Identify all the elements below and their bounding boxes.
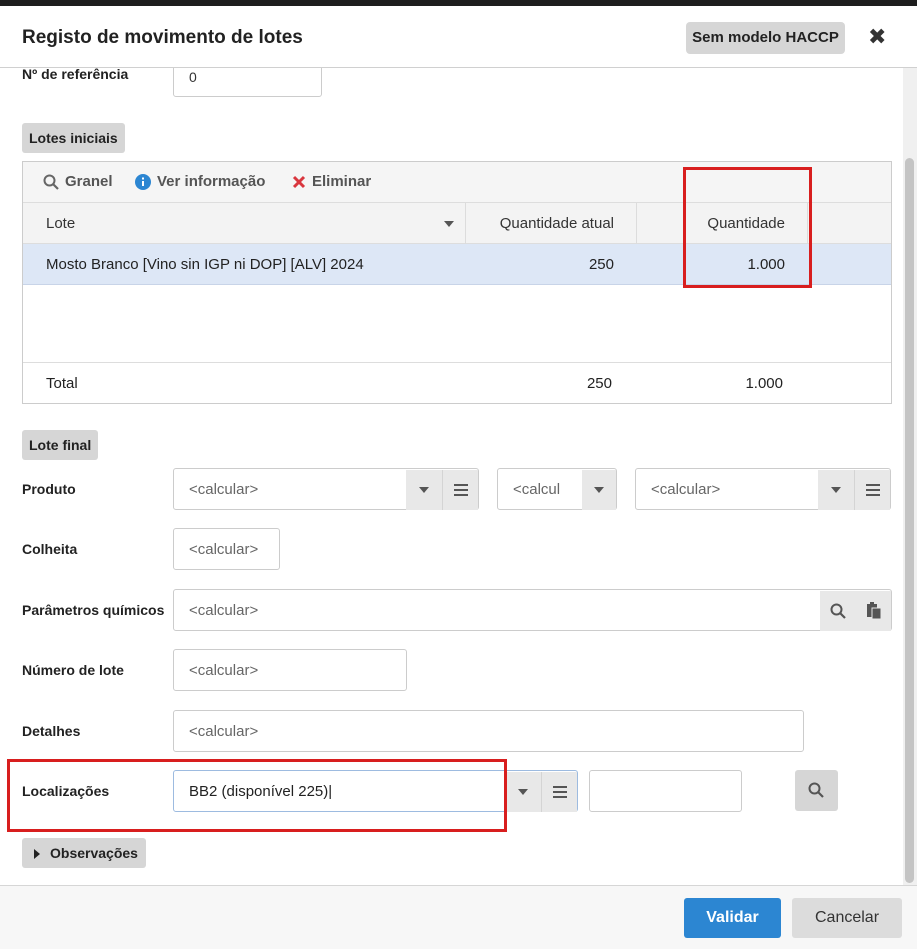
view-info-button[interactable]: Ver informação [135, 173, 266, 191]
product-label: Produto [22, 481, 76, 497]
product-type-dropdown-button[interactable] [582, 470, 616, 510]
grid-total-row: Total 250 1.000 [23, 362, 891, 403]
dialog-content: Nº de referência 0 Lotes iniciais Granel… [0, 68, 903, 885]
lot-number-label: Número de lote [22, 662, 124, 678]
search-icon [808, 782, 824, 798]
product-value: <calcular> [189, 481, 259, 498]
product-type-value: <calcul [513, 481, 561, 498]
lot-movement-dialog: Registo de movimento de lotes Sem modelo… [0, 6, 917, 949]
chevron-down-icon [831, 487, 841, 493]
locations-dropdown-button[interactable] [505, 772, 541, 812]
lot-number-input[interactable]: <calcular> [173, 649, 407, 691]
bulk-label: Granel [65, 173, 113, 190]
caret-right-icon [34, 849, 40, 860]
list-icon [454, 484, 468, 496]
lot-cell: Mosto Branco [Vino sin IGP ni DOP] [ALV]… [46, 256, 364, 273]
total-label: Total [46, 375, 78, 392]
column-divider [636, 203, 637, 244]
dialog-header: Registo de movimento de lotes Sem modelo… [0, 6, 917, 68]
haccp-model-button[interactable]: Sem modelo HACCP [686, 22, 845, 54]
product-variety-value: <calcular> [651, 481, 721, 498]
chemical-params-label: Parâmetros químicos [22, 602, 165, 618]
chevron-down-icon [419, 487, 429, 493]
product-variety-select[interactable]: <calcular> [635, 468, 891, 510]
product-variety-dropdown-button[interactable] [818, 470, 854, 510]
list-icon [553, 786, 567, 798]
column-lot-header[interactable]: Lote [46, 215, 75, 232]
list-icon [866, 484, 880, 496]
observations-toggle[interactable]: Observações [22, 838, 146, 868]
current-qty-cell: 250 [588, 256, 614, 273]
info-icon [135, 174, 151, 191]
bulk-button[interactable]: Granel [43, 173, 113, 190]
delete-x-icon [292, 175, 306, 189]
locations-list-button[interactable] [541, 772, 577, 812]
chevron-down-icon [594, 487, 604, 493]
annotation-highlight-locations [7, 759, 507, 832]
reference-input[interactable]: 0 [173, 68, 322, 97]
annotation-highlight-quantity [683, 167, 812, 288]
chemical-params-value: <calcular> [189, 602, 259, 619]
clipboard-icon [867, 602, 881, 619]
validate-button[interactable]: Validar [684, 898, 781, 938]
search-icon [830, 603, 846, 619]
product-variety-list-button[interactable] [854, 470, 890, 510]
dialog-footer: Validar Cancelar [0, 885, 917, 949]
dialog-title: Registo de movimento de lotes [22, 27, 303, 48]
harvest-input[interactable]: <calcular> [173, 528, 280, 570]
details-input[interactable]: <calcular> [173, 710, 804, 752]
chevron-down-icon [518, 789, 528, 795]
locations-quantity-input[interactable] [589, 770, 742, 812]
initial-lots-section-label: Lotes iniciais [22, 123, 125, 153]
chemical-params-paste-button[interactable] [856, 591, 891, 631]
total-qty: 1.000 [745, 375, 783, 392]
close-icon[interactable]: ✖ [868, 24, 886, 50]
product-select[interactable]: <calcular> [173, 468, 479, 510]
delete-button[interactable]: Eliminar [292, 173, 371, 190]
view-info-label: Ver informação [157, 173, 266, 190]
details-label: Detalhes [22, 723, 81, 739]
product-dropdown-button[interactable] [406, 470, 442, 510]
column-current-qty-header[interactable]: Quantidade atual [473, 215, 614, 232]
chemical-params-search-button[interactable] [820, 591, 856, 631]
search-icon [43, 174, 59, 190]
final-lot-section-label: Lote final [22, 430, 99, 460]
locations-search-button[interactable] [795, 770, 838, 811]
cancel-button[interactable]: Cancelar [792, 898, 902, 938]
column-divider [465, 203, 466, 244]
total-current-qty: 250 [586, 375, 612, 392]
observations-label: Observações [50, 845, 138, 861]
content-scrollbar[interactable] [903, 68, 917, 885]
reference-label: Nº de referência [22, 68, 129, 82]
product-type-select[interactable]: <calcul [497, 468, 617, 510]
sort-caret-icon[interactable] [444, 221, 454, 227]
chemical-params-input[interactable]: <calcular> [173, 589, 892, 631]
delete-label: Eliminar [312, 173, 372, 190]
product-list-button[interactable] [442, 470, 478, 510]
harvest-label: Colheita [22, 541, 78, 557]
scrollbar-thumb[interactable] [905, 158, 914, 883]
